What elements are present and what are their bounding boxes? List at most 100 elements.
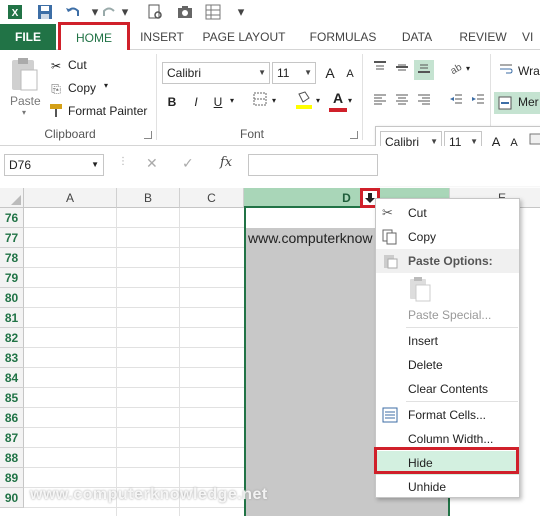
fill-color-icon[interactable] [294, 90, 314, 110]
italic-button[interactable]: I [186, 92, 206, 112]
orientation-icon[interactable]: ab [446, 60, 466, 80]
tab-page-layout[interactable]: PAGE LAYOUT [196, 24, 292, 50]
clipboard-icon[interactable] [8, 56, 40, 94]
excel-icon[interactable]: X [6, 3, 24, 21]
merge-center-button[interactable]: Mer [494, 92, 540, 114]
svg-text:X: X [12, 8, 19, 19]
row-header[interactable]: 78 [0, 248, 24, 268]
row-header[interactable]: 81 [0, 308, 24, 328]
row-header[interactable]: 90 [0, 488, 24, 508]
wrap-text-button[interactable]: Wra [518, 64, 540, 78]
align-middle-icon[interactable] [392, 60, 412, 80]
menu-item-format-cells[interactable]: Format Cells... [376, 403, 519, 427]
insert-label: Insert [408, 334, 439, 348]
grow-font-button[interactable]: A [320, 63, 340, 83]
row-gridline [24, 387, 244, 388]
chevron-down-icon[interactable]: ▾ [230, 96, 234, 105]
chevron-down-icon[interactable]: ▾ [116, 3, 134, 21]
formula-input[interactable] [248, 154, 378, 176]
chevron-down-icon[interactable]: ▾ [104, 81, 108, 90]
tab-formulas[interactable]: FORMULAS [300, 24, 386, 50]
clipboard-launcher-icon[interactable] [144, 131, 152, 139]
menu-item-copy[interactable]: Copy [376, 225, 519, 249]
row-header[interactable]: 76 [0, 208, 24, 228]
column-header-c[interactable]: C [180, 188, 244, 208]
font-size-dropdown[interactable]: 11 ▼ [272, 62, 316, 84]
menu-item-unhide[interactable]: Unhide [376, 475, 519, 499]
insert-function-icon[interactable]: fx [220, 155, 232, 170]
paste-icon [382, 253, 398, 269]
tab-review[interactable]: REVIEW [452, 24, 514, 50]
menu-item-delete[interactable]: Delete [376, 353, 519, 377]
menu-item-clear-contents[interactable]: Clear Contents [376, 377, 519, 401]
row-header[interactable]: 82 [0, 328, 24, 348]
decrease-indent-icon[interactable] [446, 92, 466, 112]
select-all-corner[interactable] [0, 188, 24, 208]
align-center-icon[interactable] [392, 92, 412, 112]
format-painter-button[interactable]: Format Painter [68, 104, 147, 118]
column-header-a[interactable]: A [24, 188, 117, 208]
enter-icon[interactable]: ✓ [182, 155, 194, 172]
cancel-icon[interactable]: ✕ [146, 155, 158, 172]
chevron-down-icon[interactable]: ▾ [22, 108, 26, 117]
camera-icon[interactable] [176, 3, 194, 21]
row-header[interactable]: 83 [0, 348, 24, 368]
tab-home[interactable]: HOME [60, 24, 128, 51]
row-header[interactable]: 77 [0, 228, 24, 248]
group-separator [362, 54, 363, 140]
copy-button[interactable]: Copy [68, 81, 96, 95]
chevron-down-icon[interactable]: ▾ [466, 64, 470, 73]
row-gridline [24, 407, 244, 408]
column-header-b[interactable]: B [117, 188, 180, 208]
chevron-down-icon: ▼ [91, 160, 99, 169]
chevron-down-icon: ▼ [258, 68, 266, 77]
shrink-font-button[interactable]: A [340, 64, 360, 84]
align-bottom-icon[interactable] [414, 60, 434, 80]
underline-button[interactable]: U [208, 92, 228, 112]
copy-icon [382, 229, 398, 245]
tab-file[interactable]: FILE [0, 24, 56, 50]
name-box[interactable]: D76 ▼ [4, 154, 104, 176]
chevron-down-icon[interactable]: ▾ [348, 96, 352, 105]
menu-item-column-width[interactable]: Column Width... [376, 427, 519, 451]
chevron-down-icon[interactable]: ▾ [316, 96, 320, 105]
cell-d77[interactable]: www.computerknow [248, 230, 373, 246]
font-name-dropdown[interactable]: Calibri ▼ [162, 62, 270, 84]
format-cells-label: Format Cells... [408, 408, 487, 422]
row-header[interactable]: 84 [0, 368, 24, 388]
font-launcher-icon[interactable] [350, 131, 358, 139]
row-header[interactable]: 87 [0, 428, 24, 448]
paste-option-icon[interactable] [406, 275, 434, 303]
menu-item-cut[interactable]: ✂ Cut [376, 201, 519, 225]
border-icon[interactable] [250, 92, 270, 112]
row-header[interactable]: 85 [0, 388, 24, 408]
print-preview-icon[interactable] [146, 3, 164, 21]
chevron-down-icon[interactable]: ▾ [272, 96, 276, 105]
row-header[interactable]: 89 [0, 468, 24, 488]
align-right-icon[interactable] [414, 92, 434, 112]
align-top-icon[interactable] [370, 60, 390, 80]
font-color-button[interactable]: A [328, 88, 348, 108]
row-header[interactable]: 80 [0, 288, 24, 308]
menu-item-paste-special[interactable]: Paste Special... [376, 303, 519, 327]
row-header[interactable]: 88 [0, 448, 24, 468]
row-header[interactable]: 79 [0, 268, 24, 288]
align-left-icon[interactable] [370, 92, 390, 112]
bold-button[interactable]: B [162, 92, 182, 112]
undo-icon[interactable] [64, 3, 82, 21]
cut-button[interactable]: Cut [68, 58, 87, 72]
tab-data[interactable]: DATA [392, 24, 442, 50]
scissors-icon: ✂ [50, 59, 62, 73]
tab-view[interactable]: VI [522, 24, 540, 50]
menu-item-insert[interactable]: Insert [376, 329, 519, 353]
format-icon[interactable] [204, 3, 222, 21]
delete-label: Delete [408, 358, 443, 372]
row-header[interactable]: 86 [0, 408, 24, 428]
more-icon[interactable]: ▾ [232, 3, 250, 21]
increase-indent-icon[interactable] [468, 92, 488, 112]
paste-button[interactable]: Paste [10, 94, 41, 108]
merge-center-label: Mer [518, 95, 539, 109]
tab-insert[interactable]: INSERT [132, 24, 192, 50]
menu-item-hide[interactable]: Hide [376, 451, 519, 475]
save-icon[interactable] [36, 3, 54, 21]
